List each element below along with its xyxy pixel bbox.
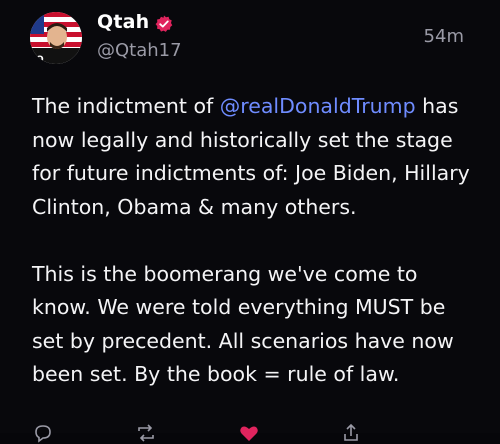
post-body: The indictment of @realDonaldTrump has n… xyxy=(32,90,472,392)
avatar[interactable]: Q xyxy=(30,12,82,64)
avatar-caption: Q xyxy=(36,55,44,64)
post-timestamp[interactable]: 54m xyxy=(424,26,464,47)
user-handle[interactable]: @Qtah17 xyxy=(97,40,182,61)
post-paragraph-1: The indictment of @realDonaldTrump has n… xyxy=(32,90,472,224)
mention-link[interactable]: @realDonaldTrump xyxy=(220,94,416,118)
verified-badge-icon xyxy=(155,15,173,32)
post-paragraph-2: This is the boomerang we've come to know… xyxy=(32,261,454,387)
avatar-image: Q xyxy=(30,12,82,64)
reply-icon[interactable] xyxy=(32,422,54,444)
share-icon[interactable] xyxy=(340,422,362,444)
post-text-before-mention: The indictment of xyxy=(32,94,220,118)
heart-icon[interactable] xyxy=(238,422,260,444)
display-name[interactable]: Qtah xyxy=(97,11,149,33)
post-card[interactable]: Q Qtah @Qtah17 54m The indictment of @re… xyxy=(0,0,500,443)
repost-icon[interactable] xyxy=(135,422,157,444)
action-bar xyxy=(0,422,500,444)
